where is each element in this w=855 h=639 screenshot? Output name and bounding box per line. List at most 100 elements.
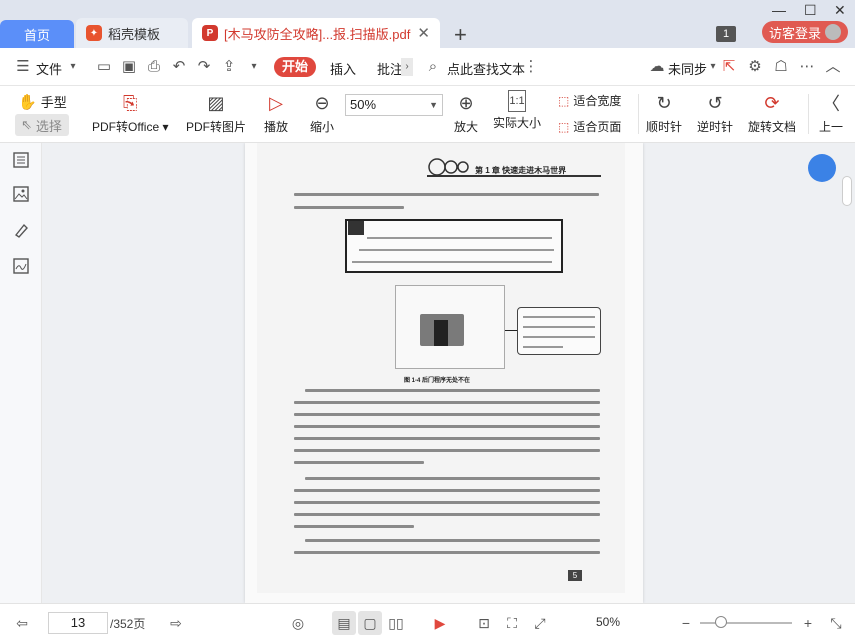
maximize-icon[interactable]: ☐ (804, 2, 817, 19)
daoke-icon: ✦ (86, 25, 102, 41)
chevron-down-icon[interactable]: ▾ (64, 58, 82, 76)
hand-tool[interactable]: ✋ 手型 (18, 92, 67, 111)
document-viewer[interactable]: 第 1 章 快速走进木马世界 图 1-4 后门程序无处不在 5 (42, 143, 855, 603)
actual-size-icon: 1:1 (508, 90, 526, 112)
export-icon[interactable]: ⇪ (220, 58, 238, 76)
tab-home[interactable]: 首页 (0, 20, 74, 48)
search-icon[interactable]: ⌕ (424, 58, 442, 76)
fit-screen-icon[interactable]: ⤡ (824, 611, 848, 635)
more-horizontal-icon[interactable]: ⋯ (798, 58, 816, 76)
chapter-header-decoration (428, 158, 469, 176)
chevron-left-icon: 〈 (822, 94, 840, 114)
thumbnail-image-icon[interactable] (12, 185, 30, 203)
more-dropdown-icon[interactable]: ▾ (245, 58, 263, 76)
more-vertical-icon[interactable]: ⋮ (522, 58, 540, 76)
knowledge-callout (345, 219, 563, 273)
tab-daoke-templates[interactable]: ✦ 稻壳模板 (76, 18, 188, 48)
settings-gear-icon[interactable]: ⚙ (746, 58, 764, 76)
play-icon: ▷ (269, 92, 283, 113)
print-icon[interactable]: ⎙ (145, 58, 163, 76)
menu-insert[interactable]: 插入 (330, 59, 356, 78)
new-tab-button[interactable]: + (454, 22, 467, 48)
hamburger-menu-icon[interactable]: ☰ (14, 58, 32, 76)
previous-page-button[interactable]: 〈 上一 (818, 90, 844, 135)
select-tool-label: 选择 (35, 118, 62, 134)
actual-size-button[interactable]: 1:1 实际大小 (493, 90, 541, 131)
select-tool[interactable]: ⇖ 选择 (15, 114, 69, 136)
zoom-out-label: 缩小 (309, 120, 334, 134)
fit-width-icon: ⬚ (558, 93, 570, 108)
fit-width-button[interactable]: ⬚ 适合宽度 (558, 92, 621, 109)
rotate-counterclockwise-button[interactable]: ↺ 逆时针 (697, 90, 733, 135)
zoom-in-button[interactable]: ⊕ 放大 (453, 90, 479, 135)
zoom-in-label: 放大 (453, 120, 478, 134)
menu-bar: ☰ 文件 ▾ ▭ ▣ ⎙ ↶ ↷ ⇪ ▾ 开始 插入 批注 › ⌕ 点此查找文本… (0, 48, 855, 86)
zoom-out-status-icon[interactable]: − (674, 611, 698, 635)
skin-icon[interactable]: ☖ (772, 58, 790, 76)
zoom-slider-thumb[interactable] (715, 616, 727, 628)
pdf-to-office-button[interactable]: ⎘ PDF转Office ▾ (92, 90, 169, 135)
fit-width-label: 适合宽度 (573, 94, 622, 108)
save-icon[interactable]: ▣ (120, 58, 138, 76)
cursor-icon: ⇖ (21, 117, 32, 132)
close-window-icon[interactable]: ✕ (834, 2, 846, 19)
fullscreen-icon[interactable]: ⤢ (528, 611, 552, 635)
eye-protection-icon[interactable]: ◎ (286, 611, 310, 635)
toolbar-divider (638, 94, 639, 134)
pdf-to-office-label: PDF转Office (92, 120, 160, 134)
zoom-out-button[interactable]: ⊖ 缩小 (309, 90, 335, 135)
book-icon (348, 221, 364, 235)
open-folder-icon[interactable]: ▭ (95, 58, 113, 76)
signature-icon[interactable] (12, 257, 30, 275)
fit-page-button[interactable]: ⬚ 适合页面 (558, 118, 621, 135)
search-text-link[interactable]: 点此查找文本 (447, 59, 525, 78)
vertical-scrollbar-thumb[interactable] (842, 176, 852, 206)
continuous-view-icon[interactable]: ▢ (358, 611, 382, 635)
zoom-slider-track[interactable] (700, 622, 792, 624)
next-page-icon[interactable]: ⇨ (164, 611, 188, 635)
window-count-badge[interactable]: 1 (716, 26, 736, 42)
menu-file[interactable]: 文件 (36, 59, 62, 78)
previous-page-icon[interactable]: ⇦ (10, 611, 34, 635)
pdf-to-image-button[interactable]: ▨ PDF转图片 (186, 90, 246, 135)
share-icon[interactable]: ⇱ (720, 58, 738, 76)
current-page-input[interactable]: 13 (48, 612, 108, 634)
previous-page-label: 上一 (818, 120, 843, 134)
rotate-clockwise-button[interactable]: ↻ 顺时针 (646, 90, 682, 135)
close-tab-icon[interactable]: ✕ (417, 24, 430, 42)
annotation-pen-icon[interactable] (12, 221, 30, 239)
play-slideshow-icon[interactable]: ▶ (428, 611, 452, 635)
rotate-document-label: 旋转文档 (748, 120, 797, 134)
pdf-file-icon: P (202, 25, 218, 41)
zoom-in-status-icon[interactable]: + (796, 611, 820, 635)
figure-frame (395, 285, 505, 369)
pdf-page[interactable]: 第 1 章 快速走进木马世界 图 1-4 后门程序无处不在 5 (245, 143, 643, 603)
page-number: 5 (568, 570, 582, 581)
floating-convert-button[interactable] (808, 154, 836, 182)
single-page-view-icon[interactable]: ▤ (332, 611, 356, 635)
undo-icon[interactable]: ↶ (170, 58, 188, 76)
status-bar: ⇦ 13 /352页 ⇨ ◎ ▤ ▢ ▯▯ ▶ ⊡ ⛶ ⤢ 50% − + ⤡ (0, 603, 855, 639)
collapse-ribbon-icon[interactable]: ︿ (824, 58, 842, 76)
menu-annotate[interactable]: 批注 (377, 59, 403, 78)
menu-scroll-right-icon[interactable]: › (401, 58, 413, 76)
menu-start[interactable]: 开始 (274, 57, 316, 77)
toolbar-divider (808, 94, 809, 134)
redo-icon[interactable]: ↷ (195, 58, 213, 76)
tab-pdf-document[interactable]: P [木马攻防全攻略]...报.扫描版.pdf ✕ (192, 18, 440, 48)
minimize-icon[interactable]: — (772, 2, 786, 18)
actual-size-status-icon[interactable]: ⊡ (472, 611, 496, 635)
zoom-level-select[interactable]: 50% ▼ (345, 94, 443, 116)
rotate-document-button[interactable]: ⟳ 旋转文档 (748, 90, 796, 135)
outline-list-icon[interactable] (12, 151, 30, 169)
double-page-view-icon[interactable]: ▯▯ (384, 611, 408, 635)
tab-bar: 首页 ✦ 稻壳模板 P [木马攻防全攻略]...报.扫描版.pdf ✕ + 1 … (0, 0, 855, 48)
fit-window-icon[interactable]: ⛶ (500, 611, 524, 635)
visitor-login-button[interactable]: 访客登录 (762, 21, 848, 43)
fit-page-label: 适合页面 (573, 120, 622, 134)
pdf-to-image-label: PDF转图片 (186, 120, 247, 134)
zoom-percentage: 50% (596, 615, 621, 629)
play-button[interactable]: ▷ 播放 (263, 90, 289, 135)
sync-status[interactable]: 未同步 (668, 59, 707, 78)
cloud-sync-icon[interactable]: ☁ (648, 58, 666, 76)
